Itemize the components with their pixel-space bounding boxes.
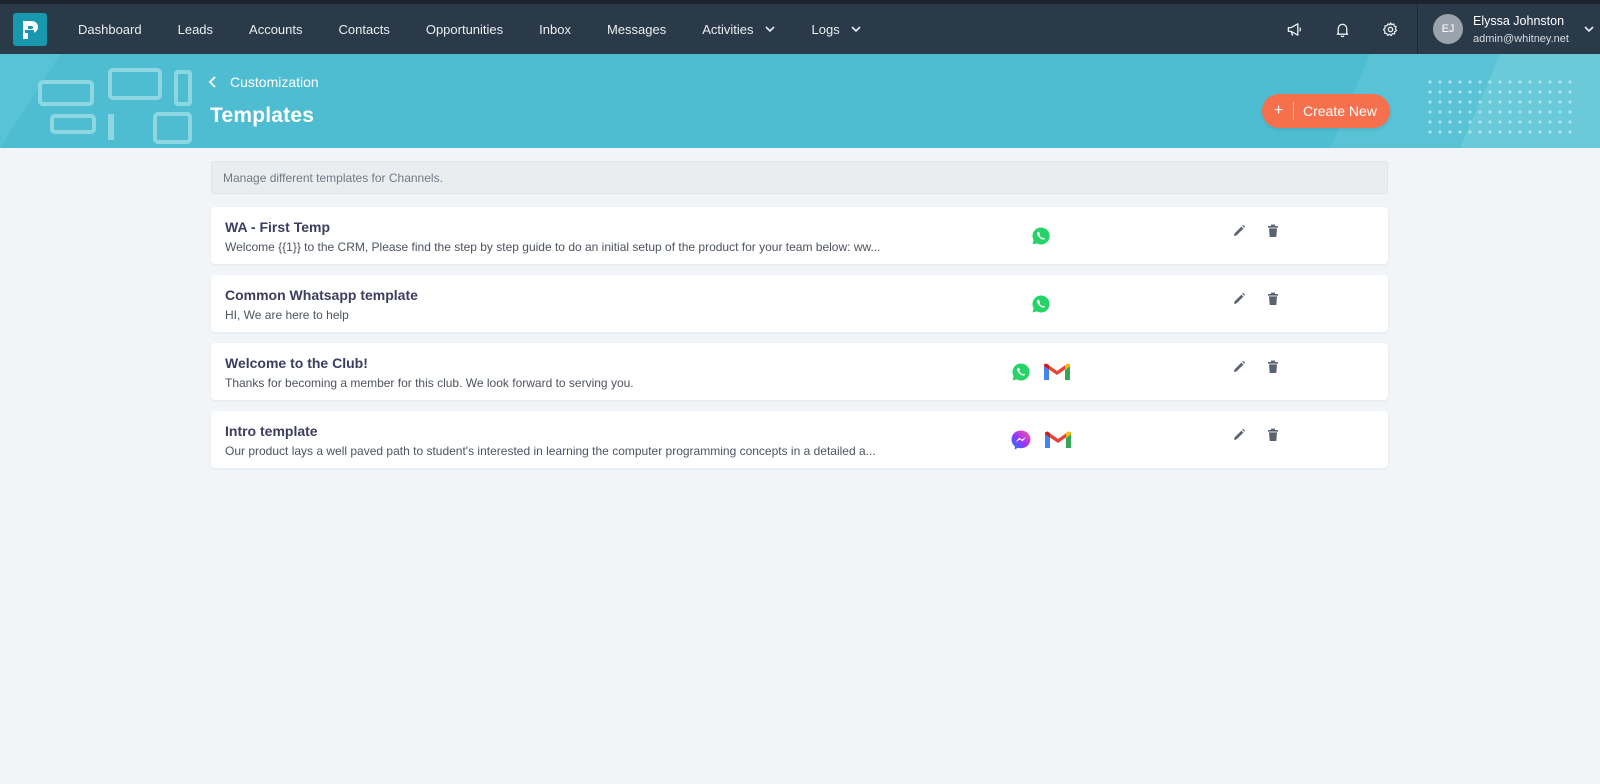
template-card[interactable]: Common Whatsapp template HI, We are here… [211,275,1388,332]
delete-button[interactable] [1265,291,1281,307]
nav-inbox[interactable]: Inbox [521,4,589,54]
template-channels [991,207,1091,264]
nav-logs[interactable]: Logs [794,4,880,54]
messenger-icon [1011,430,1031,449]
nav-label: Inbox [539,21,571,37]
delete-button[interactable] [1265,359,1281,375]
announcements-button[interactable] [1270,4,1318,54]
template-title: Intro template [225,423,318,439]
create-new-label: Create New [1303,103,1377,119]
user-menu[interactable]: EJ Elyssa Johnston admin@whitney.net [1417,4,1600,54]
gmail-icon [1045,431,1071,448]
banner-decoration [0,54,192,148]
template-card[interactable]: Welcome to the Club! Thanks for becoming… [211,343,1388,400]
breadcrumb: Customization [230,74,319,90]
avatar: EJ [1433,14,1463,44]
pencil-icon [1234,292,1246,304]
pencil-icon [1234,224,1246,236]
nav-label: Opportunities [425,21,504,37]
back-link[interactable]: Customization [208,74,319,90]
megaphone-icon [1287,22,1301,36]
template-description: HI, We are here to help [225,308,349,322]
nav-leads[interactable]: Leads [160,4,231,54]
edit-button[interactable] [1231,223,1247,239]
nav-opportunities[interactable]: Opportunities [408,4,521,54]
nav-label: Leads [177,21,214,37]
bell-icon [1336,23,1348,37]
template-channels [991,411,1091,468]
chevron-left-icon [208,76,216,88]
main-nav: Dashboard Leads Accounts Contacts Opport… [60,4,880,54]
create-new-button[interactable]: + Create New [1262,94,1390,128]
template-title: Welcome to the Club! [225,355,368,371]
template-actions [1231,291,1281,307]
trash-icon [1268,428,1278,441]
nav-contacts[interactable]: Contacts [321,4,408,54]
settings-button[interactable] [1366,4,1414,54]
nav-activities[interactable]: Activities [684,4,793,54]
gmail-icon [1044,363,1070,380]
template-description: Our product lays a well paved path to st… [225,444,876,458]
nav-accounts[interactable]: Accounts [231,4,320,54]
nav-messages[interactable]: Messages [589,4,684,54]
delete-button[interactable] [1265,427,1281,443]
template-card[interactable]: WA - First Temp Welcome {{1}} to the CRM… [211,207,1388,264]
user-email: admin@whitney.net [1473,32,1569,45]
template-description: Thanks for becoming a member for this cl… [225,376,634,390]
whatsapp-icon [1032,226,1050,244]
nav-label: Dashboard [78,21,142,37]
delete-button[interactable] [1265,223,1281,239]
template-title: Common Whatsapp template [225,287,418,303]
template-channels [991,275,1091,332]
trash-icon [1268,224,1278,237]
page-title: Templates [210,104,315,127]
pencil-icon [1234,360,1246,372]
template-actions [1231,427,1281,443]
chevron-down-icon [851,26,861,33]
template-actions [1231,359,1281,375]
nav-label: Contacts [338,21,390,37]
info-bar: Manage different templates for Channels. [211,161,1388,194]
top-navbar: Dashboard Leads Accounts Contacts Opport… [0,0,1600,54]
user-name: Elyssa Johnston [1473,13,1565,28]
nav-label: Activities [702,21,754,37]
user-info: Elyssa Johnston admin@whitney.net [1473,14,1569,45]
edit-button[interactable] [1231,427,1247,443]
whatsapp-icon [1012,362,1030,380]
chevron-down-icon [764,26,775,33]
template-actions [1231,223,1281,239]
nav-label: Messages [606,21,667,37]
template-title: WA - First Temp [225,219,330,235]
gear-icon [1382,21,1397,36]
edit-button[interactable] [1231,291,1247,307]
page-header-banner: Customization Templates + Create New [0,54,1600,148]
template-channels [991,343,1091,400]
pencil-icon [1234,428,1246,440]
trash-icon [1268,292,1278,305]
notifications-button[interactable] [1318,4,1366,54]
template-card[interactable]: Intro template Our product lays a well p… [211,411,1388,468]
nav-dashboard[interactable]: Dashboard [60,4,160,54]
nav-label: Accounts [249,21,303,37]
chevron-down-icon [1584,26,1594,33]
top-icons [1270,4,1414,54]
edit-button[interactable] [1231,359,1247,375]
app-logo[interactable] [13,13,47,46]
plus-icon: + [1264,102,1294,120]
logo-icon [23,20,38,39]
whatsapp-icon [1032,294,1050,312]
nav-label: Logs [811,21,840,37]
trash-icon [1268,360,1278,373]
template-description: Welcome {{1}} to the CRM, Please find th… [225,240,881,254]
